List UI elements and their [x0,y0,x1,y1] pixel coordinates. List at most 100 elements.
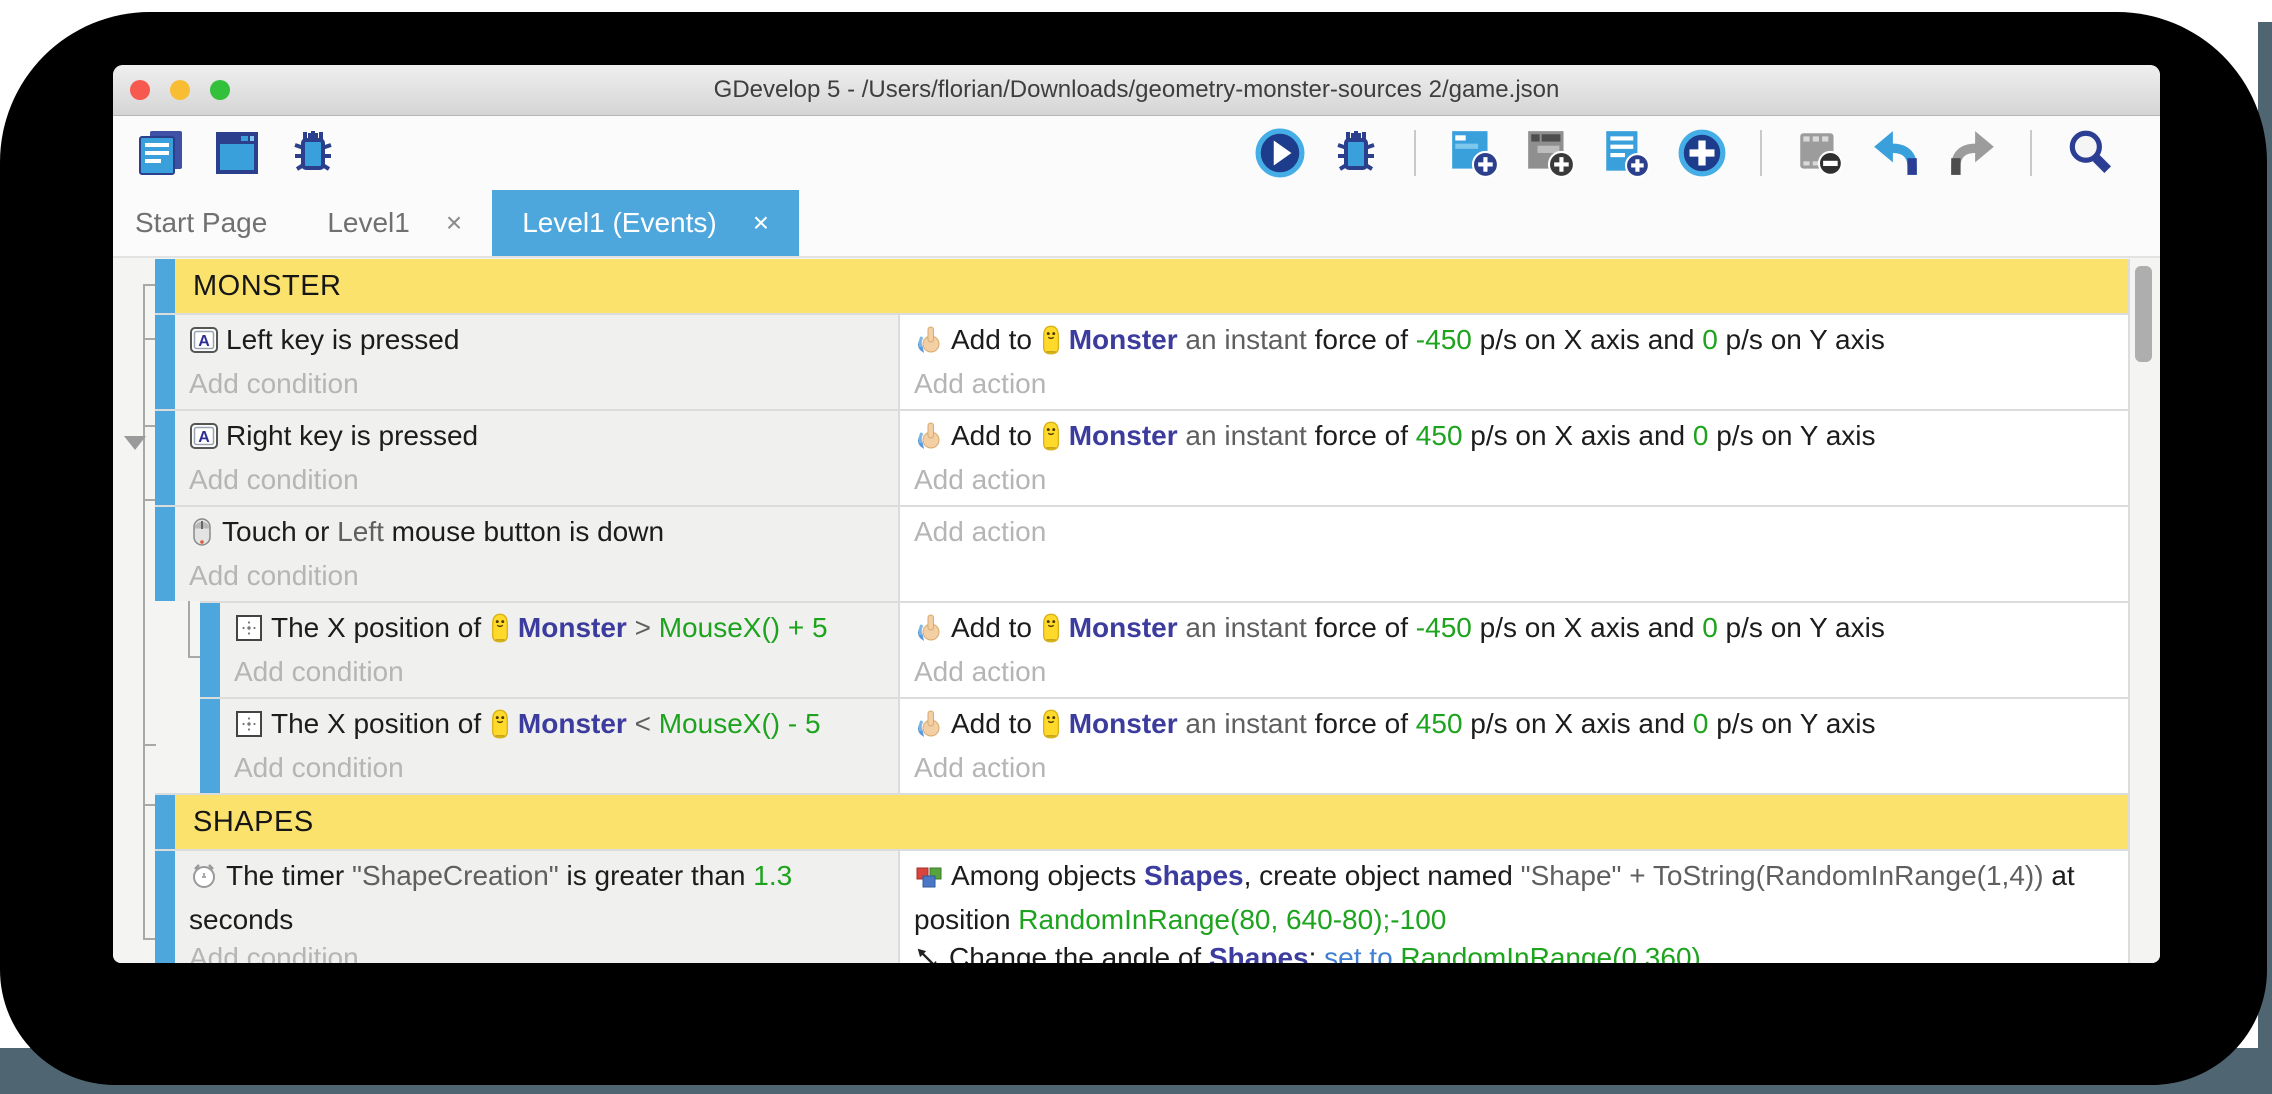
toolbar [113,116,2160,190]
remove-event-icon[interactable] [1794,127,1846,179]
add-condition-link[interactable]: Add condition [234,749,884,787]
play-icon[interactable] [1254,127,1306,179]
redo-icon[interactable] [1946,127,1998,179]
text-segment: p/s on Y axis [1708,708,1875,739]
tab-level1[interactable]: Level1× [297,190,492,256]
event-row: Touch or Left mouse button is downAdd co… [155,505,2128,601]
event-selection-bar [155,507,175,601]
event-rows: MONSTERALeft key is pressedAdd condition… [155,259,2130,963]
condition-text[interactable]: ARight key is pressed [189,417,884,461]
action-text[interactable]: Add to Monster an instant force of -450 … [914,321,2114,365]
traffic-lights [130,80,230,100]
add-condition-link[interactable]: Add condition [189,365,884,403]
add-comment-icon[interactable] [1600,127,1652,179]
undo-icon[interactable] [1870,127,1922,179]
minimize-button[interactable] [170,80,190,100]
text-segment: Shapes [1209,942,1309,963]
text-segment: < [627,708,659,739]
event-row: ARight key is pressedAdd condition Add to… [155,409,2128,505]
tab-level1-events[interactable]: Level1 (Events) × [492,190,799,256]
add-condition-link[interactable]: Add condition [234,653,884,691]
text-segment: 0 [1702,612,1718,643]
event-selection-bar [155,795,175,849]
condition-text[interactable]: Touch or Left mouse button is down [189,513,884,557]
text-segment: Monster [1069,420,1178,451]
add-circle-icon[interactable] [1676,127,1728,179]
group-label: MONSTER [175,259,2128,313]
event-row: ALeft key is pressedAdd condition Add to … [155,313,2128,409]
group-row[interactable]: MONSTER [155,259,2128,313]
actions-cell: Add to Monster an instant force of 450 p… [900,699,2128,793]
text-segment: Monster [1069,612,1178,643]
text-segment: , create object named [1244,860,1521,891]
scene-editor-icon[interactable] [211,127,263,179]
group-label: SHAPES [175,795,2128,849]
text-segment: MouseX() + 5 [659,612,828,643]
text-segment: 0 [1702,324,1718,355]
event-row: The X position of Monster > MouseX() + 5… [200,601,2128,697]
text-segment: Monster [1069,708,1178,739]
debug-icon[interactable] [1330,127,1382,179]
add-condition-link[interactable]: Add condition [189,939,884,963]
action-text[interactable]: Among objects Shapes, create object name… [914,857,2114,939]
conditions-cell: Touch or Left mouse button is downAdd co… [175,507,900,601]
text-segment: an instant [1178,420,1315,451]
add-action-wrap: Add action [914,461,1046,499]
action-text[interactable]: Add to Monster an instant force of -450 … [914,609,2114,653]
action-text[interactable]: Add to Monster an instant force of 450 p… [914,417,2114,461]
event-row: The timer "ShapeCreation" is greater tha… [155,849,2128,963]
add-action-link[interactable]: Add action [914,365,1046,403]
text-segment: Add to [951,324,1040,355]
text-segment: p/s on X axis and [1472,324,1702,355]
text-segment: -450 [1416,324,1472,355]
tab-close-icon[interactable]: × [446,209,462,237]
actions-cell: Among objects Shapes , create object name… [900,851,2128,963]
zoom-button[interactable] [210,80,230,100]
action-text[interactable]: Change the angle of Shapes: set to Rando… [914,939,2114,963]
condition-text[interactable]: The X position of Monster > MouseX() + 5 [234,609,884,653]
text-segment: 1.3 [753,860,792,891]
text-segment: force of [1315,420,1416,451]
tab-label: Start Page [135,207,267,239]
tab-label: Level1 (Events) [522,207,717,239]
text-segment: p/s on X axis and [1463,420,1693,451]
collapse-event-triangle-icon[interactable] [124,436,146,450]
condition-text[interactable]: The timer "ShapeCreation" is greater tha… [189,857,884,939]
text-segment: p/s on X axis and [1463,708,1693,739]
group-row[interactable]: SHAPES [155,793,2128,849]
close-button[interactable] [130,80,150,100]
vertical-scrollbar-thumb[interactable] [2132,263,2155,365]
text-segment: mouse button is down [384,516,664,547]
condition-text[interactable]: ALeft key is pressed [189,321,884,365]
add-action-link[interactable]: Add action [914,513,1046,551]
debug-icon[interactable] [287,127,339,179]
add-action-link[interactable]: Add action [914,749,1046,787]
svg-text:A: A [198,429,210,446]
tab-start-page[interactable]: Start Page [135,190,297,256]
text-segment: p/s on Y axis [1708,420,1875,451]
position-icon [234,613,264,653]
window-title: GDevelop 5 - /Users/florian/Downloads/ge… [714,76,1560,104]
tree-line [143,284,145,938]
project-manager-icon[interactable] [135,127,187,179]
text-segment: Touch or [222,516,337,547]
text-segment: Left key is pressed [226,324,459,355]
add-action-link[interactable]: Add action [914,461,1046,499]
text-segment: p/s on Y axis [1718,612,1885,643]
action-text[interactable]: Add to Monster an instant force of 450 p… [914,705,2114,749]
search-icon[interactable] [2064,127,2116,179]
event-row: The X position of Monster < MouseX() - 5… [200,697,2128,793]
add-condition-link[interactable]: Add condition [189,461,884,499]
toolbar-left-group [135,127,339,179]
add-action-link[interactable]: Add action [914,653,1046,691]
add-condition-link[interactable]: Add condition [189,557,884,595]
add-event-icon[interactable] [1448,127,1500,179]
toolbar-divider [1760,130,1762,176]
condition-text[interactable]: The X position of Monster < MouseX() - 5 [234,705,884,749]
text-segment: : [1309,942,1325,963]
tab-close-icon[interactable]: × [753,209,769,237]
text-segment: Among objects [951,860,1144,891]
add-subevent-icon[interactable] [1524,127,1576,179]
add-action-wrap: Add action [914,653,1046,691]
event-selection-bar [155,259,175,313]
